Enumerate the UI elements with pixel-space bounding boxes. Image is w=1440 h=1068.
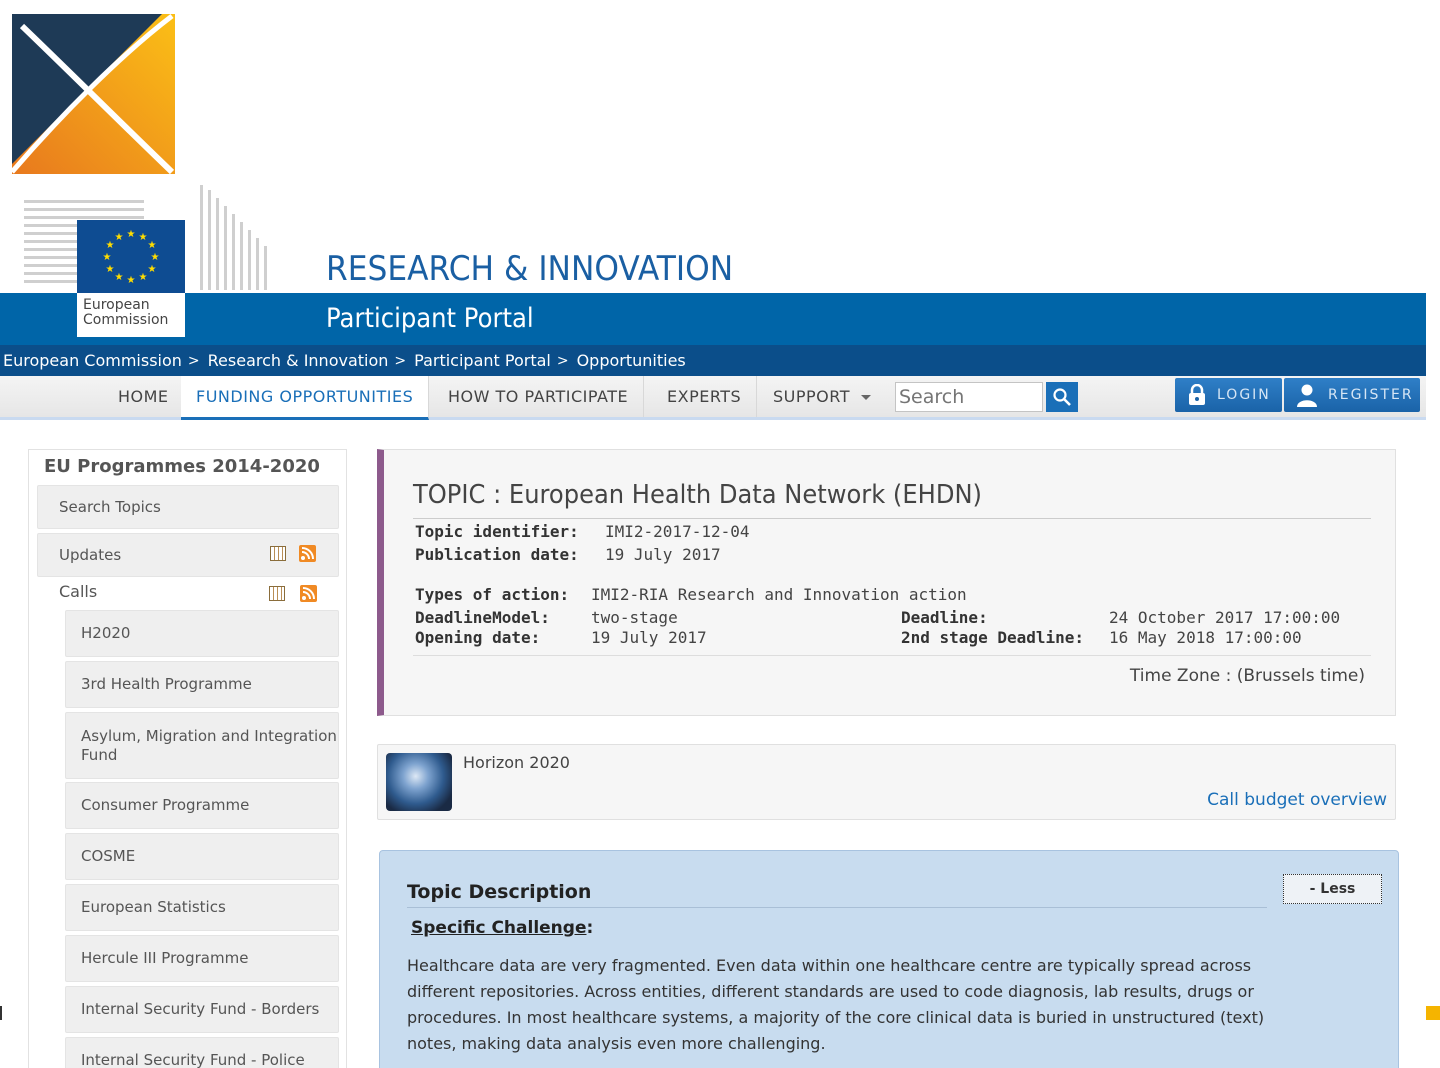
org-caption: European Commission: [77, 293, 185, 337]
svg-text:★: ★: [148, 264, 157, 275]
org-caption-line: European: [83, 297, 150, 313]
svg-text:★: ★: [148, 240, 157, 251]
topic-description-box: Topic Description - Less Specific Challe…: [379, 850, 1399, 1068]
nav-support[interactable]: SUPPORT: [758, 376, 880, 417]
calendar-icon[interactable]: [270, 546, 286, 561]
divider: [407, 907, 1267, 908]
sidebar-item-cosme[interactable]: COSME: [65, 833, 339, 880]
sidebar-item-isf-police[interactable]: Internal Security Fund - Police: [65, 1037, 339, 1068]
deadline-model-value: two-stage: [591, 608, 678, 627]
topic-header-box: TOPIC : European Health Data Network (EH…: [377, 449, 1396, 716]
svg-text:★: ★: [115, 272, 124, 283]
sidebar-item-search-topics[interactable]: Search Topics: [37, 485, 339, 529]
programme-box: Horizon 2020 Call budget overview: [377, 744, 1396, 820]
site-title: RESEARCH & INNOVATION: [326, 249, 734, 289]
sidebar-title: EU Programmes 2014-2020: [44, 456, 320, 477]
sidebar-calls-label[interactable]: Calls: [59, 582, 97, 601]
breadcrumb-link[interactable]: European Commission: [3, 351, 182, 370]
edge-mark: [0, 1006, 2, 1020]
svg-text:★: ★: [139, 232, 148, 243]
user-icon: [1297, 384, 1317, 407]
breadcrumb-separator: >: [187, 352, 200, 369]
register-label: REGISTER: [1328, 387, 1414, 403]
sidebar-item-hercule[interactable]: Hercule III Programme: [65, 935, 339, 982]
topic-identifier-label: Topic identifier:: [415, 522, 579, 541]
breadcrumb-separator: >: [556, 352, 569, 369]
opening-date-label: Opening date:: [415, 628, 541, 647]
login-label: LOGIN: [1217, 387, 1271, 403]
nav-support-label: SUPPORT: [773, 387, 850, 406]
sidebar-item-updates[interactable]: Updates: [37, 533, 339, 577]
topic-title: TOPIC : European Health Data Network (EH…: [413, 480, 982, 510]
x-logo-icon: [12, 14, 175, 174]
org-caption-line: Commission: [83, 312, 169, 328]
svg-text:★: ★: [106, 264, 115, 275]
specific-challenge-label: Specific Challenge: [411, 918, 587, 938]
sidebar-item-3rd-health[interactable]: 3rd Health Programme: [65, 661, 339, 708]
sidebar-item-h2020[interactable]: H2020: [65, 610, 339, 657]
opening-date-value: 19 July 2017: [591, 628, 707, 647]
svg-text:★: ★: [127, 275, 136, 286]
svg-text:★: ★: [127, 229, 136, 240]
rss-icon[interactable]: [299, 545, 316, 562]
description-title: Topic Description: [407, 881, 592, 903]
breadcrumb-link[interactable]: Research & Innovation: [208, 351, 389, 370]
timezone-text: Time Zone : (Brussels time): [1129, 666, 1365, 686]
lock-icon: [1189, 384, 1205, 405]
second-deadline-value: 16 May 2018 17:00:00: [1109, 628, 1302, 647]
portal-bar: [0, 293, 1426, 345]
deadline-label: Deadline:: [901, 608, 988, 627]
svg-text:★: ★: [151, 252, 160, 263]
divider: [413, 655, 1371, 656]
nav-funding-opportunities[interactable]: FUNDING OPPORTUNITIES: [181, 376, 430, 420]
specific-challenge-heading: Specific Challenge:: [411, 918, 593, 938]
programmes-sidebar: EU Programmes 2014-2020 Search Topics Up…: [28, 449, 347, 1068]
second-deadline-label: 2nd stage Deadline:: [901, 628, 1085, 647]
types-of-action-value: IMI2-RIA Research and Innovation action: [591, 585, 967, 604]
topic-identifier-value: IMI2-2017-12-04: [605, 522, 750, 541]
portal-title: Participant Portal: [326, 303, 534, 334]
deadline-value: 24 October 2017 17:00:00: [1109, 608, 1341, 627]
eu-flag-icon: ★ ★ ★ ★ ★ ★ ★ ★ ★ ★ ★ ★: [77, 220, 185, 295]
breadcrumb-link[interactable]: Participant Portal: [414, 351, 551, 370]
main-nav: HOME FUNDING OPPORTUNITIES HOW TO PARTIC…: [0, 376, 1426, 420]
sidebar-item-isf-borders[interactable]: Internal Security Fund - Borders: [65, 986, 339, 1033]
caret-down-icon: [860, 395, 871, 400]
programme-name: Horizon 2020: [463, 753, 570, 772]
nav-experts[interactable]: EXPERTS: [652, 376, 758, 417]
breadcrumb-link[interactable]: Opportunities: [577, 351, 686, 370]
edge-mark: [1426, 1006, 1440, 1020]
less-button[interactable]: - Less: [1283, 874, 1382, 904]
register-button[interactable]: REGISTER: [1284, 378, 1420, 412]
calendar-icon[interactable]: [269, 586, 285, 601]
search-button[interactable]: [1046, 382, 1078, 412]
breadcrumb: European Commission > Research & Innovat…: [0, 345, 1426, 376]
description-text: Healthcare data are very fragmented. Eve…: [407, 956, 1265, 1053]
svg-text:★: ★: [139, 272, 148, 283]
search-input[interactable]: [895, 382, 1043, 412]
types-of-action-label: Types of action:: [415, 585, 570, 604]
heading-suffix: :: [586, 918, 594, 938]
publication-date-label: Publication date:: [415, 545, 579, 564]
svg-text:★: ★: [106, 240, 115, 251]
publication-date-value: 19 July 2017: [605, 545, 721, 564]
svg-text:★: ★: [103, 252, 112, 263]
sidebar-item-asylum[interactable]: Asylum, Migration and Integration Fund: [65, 712, 339, 779]
deadline-model-label: DeadlineModel:: [415, 608, 550, 627]
nav-home[interactable]: HOME: [103, 376, 185, 417]
sidebar-item-consumer[interactable]: Consumer Programme: [65, 782, 339, 829]
search-icon: [1053, 388, 1071, 406]
globe-icon: [386, 753, 452, 811]
sidebar-item-label: Updates: [59, 546, 122, 564]
rss-icon[interactable]: [300, 585, 317, 602]
breadcrumb-separator: >: [394, 352, 407, 369]
sidebar-item-european-statistics[interactable]: European Statistics: [65, 884, 339, 931]
call-budget-link[interactable]: Call budget overview: [1207, 790, 1387, 810]
divider: [413, 518, 1371, 519]
login-button[interactable]: LOGIN: [1175, 378, 1282, 412]
svg-text:★: ★: [115, 232, 124, 243]
nav-how-to-participate[interactable]: HOW TO PARTICIPATE: [433, 376, 645, 417]
